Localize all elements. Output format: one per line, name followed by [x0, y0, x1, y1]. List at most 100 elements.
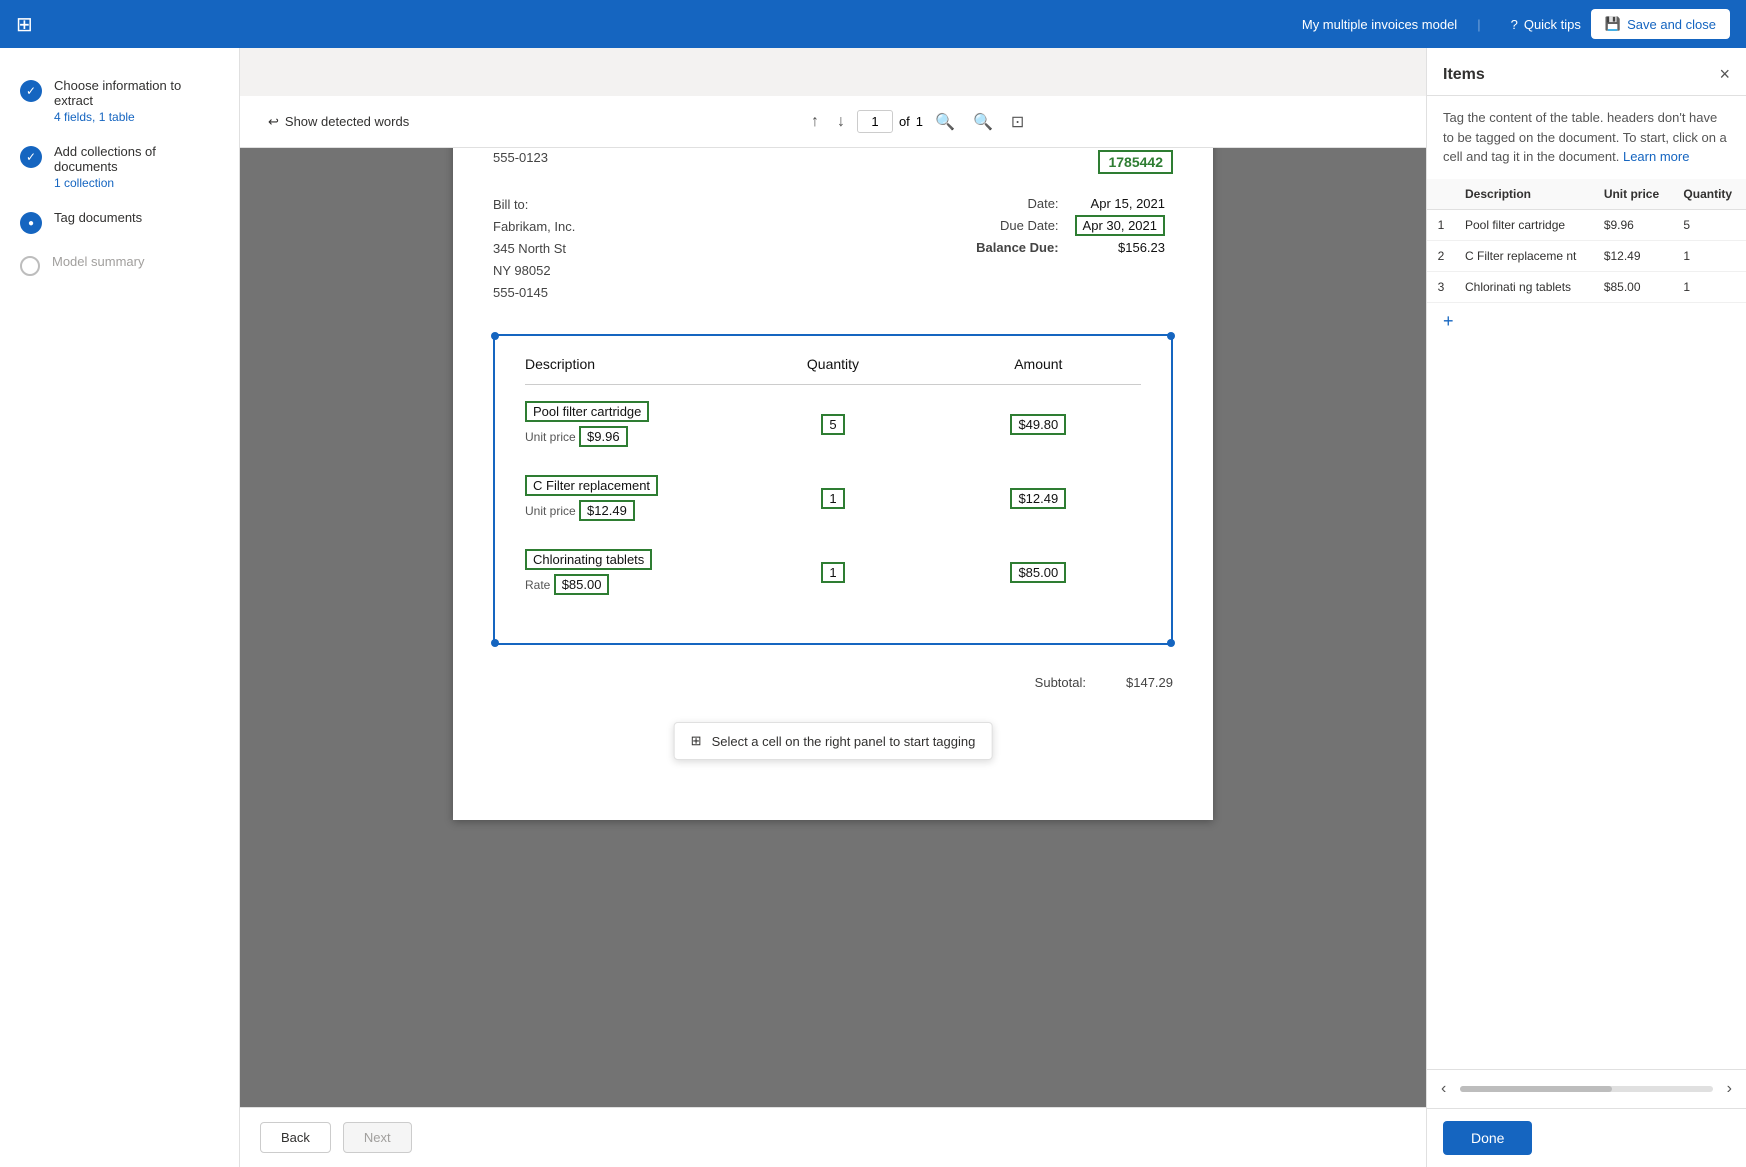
due-date-label: Due Date:: [968, 213, 1066, 238]
panel-table-row: 1 Pool filter cartridge $9.96 5: [1427, 209, 1746, 240]
tooltip-icon: ⊞: [691, 733, 702, 749]
apps-icon[interactable]: ⊞: [16, 12, 33, 37]
amt-tagged-1[interactable]: $49.80: [1010, 414, 1066, 435]
step-icon-model-summary: [20, 256, 40, 276]
scroll-right-button[interactable]: ›: [1721, 1076, 1738, 1102]
amt-1: $49.80: [936, 414, 1141, 435]
page-number-input[interactable]: [857, 110, 893, 133]
panel-close-button[interactable]: ×: [1719, 64, 1730, 85]
next-page-button[interactable]: ↓: [831, 111, 851, 133]
bill-to-block: Bill to: Fabrikam, Inc. 345 North St NY …: [493, 194, 575, 304]
qty-tagged-1[interactable]: 5: [821, 414, 844, 435]
amt-tagged-2[interactable]: $12.49: [1010, 488, 1066, 509]
panel-qty-1[interactable]: 5: [1673, 209, 1746, 240]
invoice-number-tagged[interactable]: 1785442: [1098, 150, 1173, 174]
save-close-button[interactable]: 💾 Save and close: [1591, 9, 1730, 39]
table-row: Chlorinating tablets Rate $85.00 1 $85.0…: [525, 549, 1141, 595]
step-icon-tag-docs: ●: [20, 212, 42, 234]
scroll-track: [1460, 1086, 1712, 1092]
panel-unitprice-2[interactable]: $12.49: [1594, 240, 1674, 271]
unit-price-tagged-2[interactable]: $12.49: [579, 500, 635, 521]
model-name: My multiple invoices model: [1302, 17, 1457, 32]
unit-price-tagged-3[interactable]: $85.00: [554, 574, 610, 595]
prev-page-button[interactable]: ↑: [805, 111, 825, 133]
step-title-tag-docs: Tag documents: [54, 210, 219, 225]
panel-scroll-nav: ‹ ›: [1427, 1069, 1746, 1108]
balance-due-value: $156.23: [1067, 238, 1173, 257]
doc-phone: 555-0123: [493, 150, 548, 174]
add-row-button[interactable]: +: [1427, 303, 1470, 340]
corner-bl: [491, 639, 499, 647]
bill-to-address1: 345 North St: [493, 238, 575, 260]
show-words-button[interactable]: ↩ Show detected words: [260, 109, 417, 135]
panel-table-row: 3 Chlorinati ng tablets $85.00 1: [1427, 271, 1746, 302]
sidebar-step-choose-info[interactable]: Choose information to extract 4 fields, …: [0, 68, 239, 134]
subtotal-label: Subtotal:: [1035, 675, 1086, 690]
step-sub-add-collections: 1 collection: [54, 176, 219, 190]
col-qty-panel-header: Quantity: [1673, 179, 1746, 210]
col-num-header: [1427, 179, 1455, 210]
col-unitprice-panel-header: Unit price: [1594, 179, 1674, 210]
doc-subtotal: Subtotal: $147.29: [493, 665, 1173, 690]
bill-to-address2: NY 98052: [493, 260, 575, 282]
desc-tagged-2[interactable]: C Filter replacement: [525, 475, 658, 496]
next-button[interactable]: Next: [343, 1122, 412, 1153]
panel-table: Description Unit price Quantity 1 Pool f…: [1427, 179, 1746, 1070]
panel-qty-2[interactable]: 1: [1673, 240, 1746, 271]
col-amt-header: Amount: [936, 356, 1141, 372]
unit-price-row-2: Unit price $12.49: [525, 500, 730, 521]
items-table-doc: Description Quantity Amount Pool filter …: [493, 334, 1173, 645]
done-button[interactable]: Done: [1443, 1121, 1532, 1155]
zoom-out-button[interactable]: 🔍: [929, 110, 961, 134]
panel-desc-2[interactable]: C Filter replaceme nt: [1455, 240, 1594, 271]
main-content: ↩ Show detected words ↑ ↓ of 1 🔍 🔍 ⊡ 555…: [240, 48, 1426, 1167]
step-icon-add-collections: [20, 146, 42, 168]
col-desc-header: Description: [525, 356, 730, 372]
panel-desc-1[interactable]: Pool filter cartridge: [1455, 209, 1594, 240]
page-navigation: ↑ ↓ of 1 🔍 🔍 ⊡: [805, 110, 1030, 134]
step-title-add-collections: Add collections of documents: [54, 144, 219, 174]
document-page: 555-0123 1785442 Bill to: Fabrikam, Inc.…: [453, 120, 1213, 820]
learn-more-link[interactable]: Learn more: [1623, 149, 1689, 164]
checkmark-icon-2: [26, 150, 36, 164]
detected-words-icon: ↩: [268, 114, 279, 130]
panel-unitprice-3[interactable]: $85.00: [1594, 271, 1674, 302]
save-icon: 💾: [1605, 16, 1621, 32]
tagging-tooltip: ⊞ Select a cell on the right panel to st…: [674, 722, 993, 760]
unit-price-tagged-1[interactable]: $9.96: [579, 426, 628, 447]
scroll-left-button[interactable]: ‹: [1435, 1076, 1452, 1102]
corner-br: [1167, 639, 1175, 647]
fit-button[interactable]: ⊡: [1005, 110, 1030, 134]
panel-qty-3[interactable]: 1: [1673, 271, 1746, 302]
amt-tagged-3[interactable]: $85.00: [1010, 562, 1066, 583]
bottom-buttons: Back Next: [240, 1107, 1426, 1167]
sidebar-step-tag-documents[interactable]: ● Tag documents: [0, 200, 239, 244]
doc-billing-section: Bill to: Fabrikam, Inc. 345 North St NY …: [493, 194, 1173, 304]
desc-tagged-3[interactable]: Chlorinating tablets: [525, 549, 652, 570]
question-icon: ?: [1511, 17, 1518, 32]
sidebar-step-add-collections[interactable]: Add collections of documents 1 collectio…: [0, 134, 239, 200]
back-button[interactable]: Back: [260, 1122, 331, 1153]
zoom-in-button[interactable]: 🔍: [967, 110, 999, 134]
panel-table-row: 2 C Filter replaceme nt $12.49 1: [1427, 240, 1746, 271]
qty-tagged-3[interactable]: 1: [821, 562, 844, 583]
top-bar: ⊞ My multiple invoices model | ? Quick t…: [0, 0, 1746, 48]
row-num-1: 1: [1427, 209, 1455, 240]
qty-tagged-2[interactable]: 1: [821, 488, 844, 509]
due-date-tagged[interactable]: Apr 30, 2021: [1075, 215, 1165, 236]
panel-unitprice-1[interactable]: $9.96: [1594, 209, 1674, 240]
sidebar-step-model-summary[interactable]: Model summary: [0, 244, 239, 286]
page-of-label: of: [899, 114, 910, 129]
document-area: 555-0123 1785442 Bill to: Fabrikam, Inc.…: [240, 100, 1426, 1107]
step-sub-choose-info: 4 fields, 1 table: [54, 110, 219, 124]
desc-tagged-1[interactable]: Pool filter cartridge: [525, 401, 649, 422]
tooltip-message: Select a cell on the right panel to star…: [712, 734, 976, 749]
invoice-meta: Date: Apr 15, 2021 Due Date: Apr 30, 202…: [968, 194, 1173, 304]
balance-due-label: Balance Due:: [968, 238, 1066, 257]
checkmark-icon: [26, 84, 36, 98]
right-panel: Items × Tag the content of the table. he…: [1426, 48, 1746, 1167]
doc-toolbar: ↩ Show detected words ↑ ↓ of 1 🔍 🔍 ⊡: [240, 96, 1426, 148]
panel-desc-3[interactable]: Chlorinati ng tablets: [1455, 271, 1594, 302]
quick-tips-button[interactable]: ? Quick tips: [1501, 11, 1591, 38]
unit-price-row-3: Rate $85.00: [525, 574, 730, 595]
